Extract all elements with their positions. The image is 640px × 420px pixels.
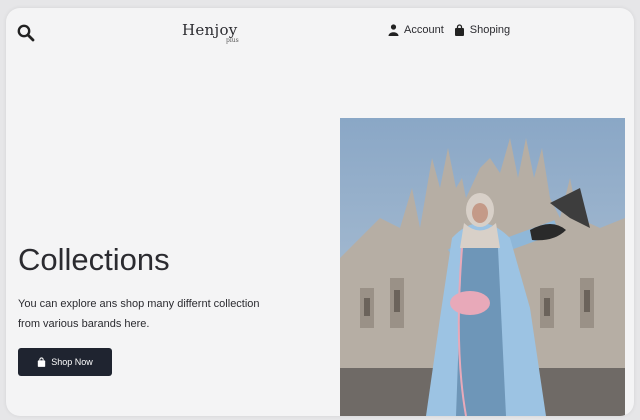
bag-icon xyxy=(38,357,46,367)
hero-image xyxy=(340,118,625,416)
hero-title: Collections xyxy=(18,242,170,277)
user-icon xyxy=(388,24,399,36)
shop-now-button[interactable]: Shop Now xyxy=(18,348,112,376)
nav-account-label: Account xyxy=(404,24,444,36)
logo-subtext: plus xyxy=(226,37,239,44)
nav-shopping[interactable]: Shoping xyxy=(454,24,510,36)
search-button[interactable] xyxy=(16,23,36,43)
shop-now-label: Shop Now xyxy=(51,357,93,367)
page-card: Henjoy plus Account Shoping Collections … xyxy=(6,8,634,416)
nav-account[interactable]: Account xyxy=(388,24,444,36)
hero-description: You can explore ans shop many differnt c… xyxy=(18,298,260,330)
brand-logo[interactable]: Henjoy plus xyxy=(182,21,252,55)
top-nav: Account Shoping xyxy=(388,24,510,36)
bag-icon xyxy=(454,24,464,36)
nav-shopping-label: Shoping xyxy=(469,24,511,36)
search-icon xyxy=(17,24,35,42)
